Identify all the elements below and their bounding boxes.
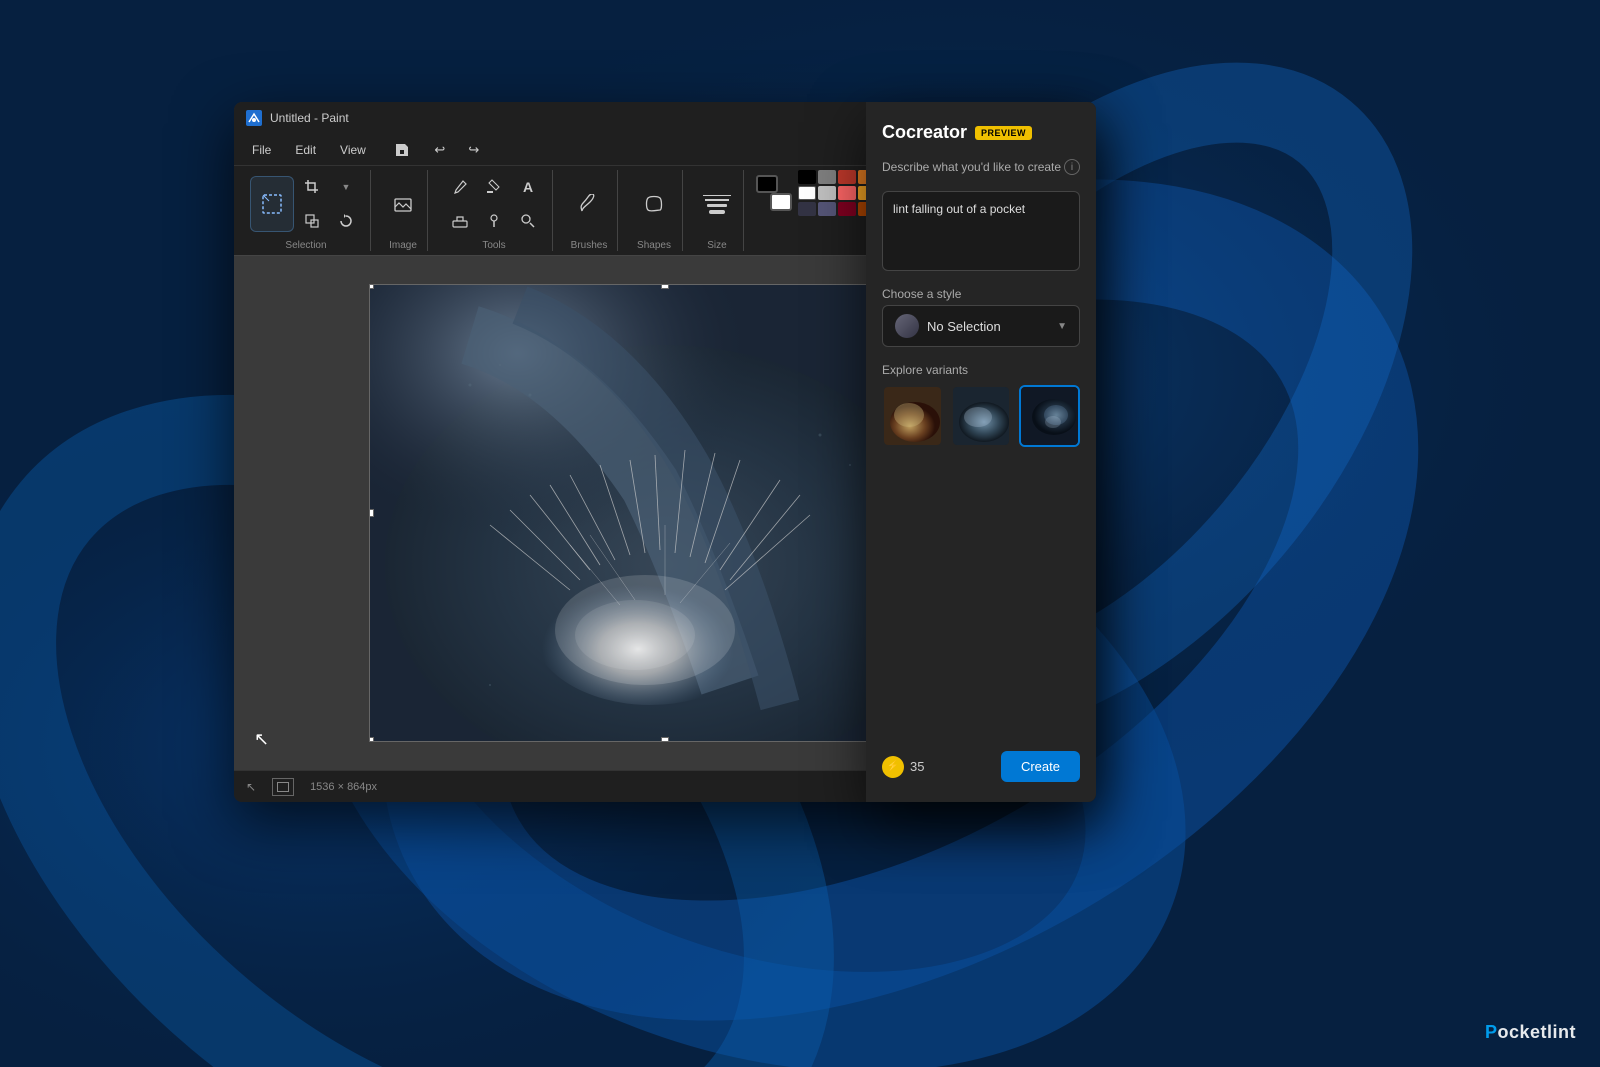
info-button[interactable]: i bbox=[1064, 159, 1080, 175]
selection-handle-tm[interactable] bbox=[661, 285, 669, 289]
shapes-label: Shapes bbox=[637, 238, 671, 251]
selection-label: Selection bbox=[285, 238, 326, 251]
cocreator-title: Cocreator bbox=[882, 122, 967, 143]
preview-badge: PREVIEW bbox=[975, 126, 1032, 140]
image-btn1[interactable] bbox=[387, 188, 419, 220]
variant-2[interactable] bbox=[951, 385, 1012, 447]
size-label: Size bbox=[707, 238, 726, 251]
color-swatch[interactable] bbox=[818, 186, 836, 200]
variants-row bbox=[882, 385, 1080, 447]
eraser-button[interactable] bbox=[444, 205, 476, 237]
footer-row: ⚡ 35 Create bbox=[882, 751, 1080, 782]
pencil-button[interactable] bbox=[444, 171, 476, 203]
undo-button[interactable]: ↩ bbox=[424, 134, 456, 166]
color-swatch[interactable] bbox=[798, 186, 816, 200]
variant-1[interactable] bbox=[882, 385, 943, 447]
selection-handle-ml[interactable] bbox=[370, 509, 374, 517]
brushes-dropdown[interactable] bbox=[569, 179, 609, 229]
tools-group: A bbox=[436, 170, 553, 251]
selection-group: ▼ bbox=[242, 170, 371, 251]
selection-handle-bl[interactable] bbox=[370, 737, 374, 741]
credits-display: ⚡ 35 bbox=[882, 756, 924, 778]
menu-file[interactable]: File bbox=[242, 139, 281, 161]
text-button[interactable]: A bbox=[512, 171, 544, 203]
app-icon bbox=[246, 110, 262, 126]
size-group: Size bbox=[691, 170, 744, 251]
color-swatch[interactable] bbox=[818, 202, 836, 216]
shapes-dropdown[interactable] bbox=[634, 179, 674, 229]
color-swatch[interactable] bbox=[838, 170, 856, 184]
resize-button[interactable] bbox=[296, 205, 328, 237]
cocreator-subtitle-row: Describe what you'd like to create i bbox=[882, 159, 1080, 175]
canvas-dimensions: 1536 × 864px bbox=[310, 781, 377, 793]
image-label: Image bbox=[389, 238, 417, 251]
color-swatch[interactable] bbox=[818, 170, 836, 184]
redo-button[interactable]: ↪ bbox=[458, 134, 490, 166]
prompt-textarea[interactable]: lint falling out of a pocket bbox=[882, 191, 1080, 271]
image-group: Image bbox=[379, 170, 428, 251]
watermark: Pocketlint bbox=[1485, 1022, 1576, 1043]
menu-view[interactable]: View bbox=[330, 139, 376, 161]
cocreator-title-row: Cocreator PREVIEW bbox=[882, 122, 1080, 143]
variants-label: Explore variants bbox=[882, 363, 1080, 377]
brushes-label: Brushes bbox=[571, 238, 608, 251]
style-value: No Selection bbox=[927, 319, 1001, 334]
cocreator-panel: Cocreator PREVIEW Describe what you'd li… bbox=[866, 102, 1096, 802]
style-dropdown[interactable]: No Selection ▼ bbox=[882, 305, 1080, 347]
bg-color-box[interactable] bbox=[770, 193, 792, 211]
style-label: Choose a style bbox=[882, 287, 1080, 301]
fg-color-box[interactable] bbox=[756, 175, 778, 193]
zoom-button[interactable] bbox=[512, 205, 544, 237]
variants-section: Explore variants bbox=[882, 363, 1080, 447]
brushes-group: Brushes bbox=[561, 170, 618, 251]
window-title: Untitled - Paint bbox=[270, 111, 946, 125]
selection-tool-btn[interactable] bbox=[250, 176, 294, 232]
color-swatch[interactable] bbox=[838, 186, 856, 200]
menu-edit[interactable]: Edit bbox=[285, 139, 326, 161]
crop-button[interactable] bbox=[296, 171, 328, 203]
cursor-indicator: ↖ bbox=[254, 729, 269, 750]
create-button[interactable]: Create bbox=[1001, 751, 1080, 782]
style-section: Choose a style No Selection ▼ bbox=[882, 287, 1080, 347]
credits-coin-icon: ⚡ bbox=[882, 756, 904, 778]
credits-count: 35 bbox=[910, 759, 924, 774]
cocreator-subtitle-text: Describe what you'd like to create bbox=[882, 160, 1061, 174]
selection-sub-btns: ▼ bbox=[296, 171, 362, 237]
chevron-down-icon: ▼ bbox=[1057, 321, 1067, 332]
watermark-p: P bbox=[1485, 1022, 1498, 1042]
color-swatch[interactable] bbox=[838, 202, 856, 216]
color-swatch[interactable] bbox=[798, 170, 816, 184]
tools-label: Tools bbox=[482, 238, 505, 251]
select-dropdown[interactable]: ▼ bbox=[330, 171, 362, 203]
rotate-button[interactable] bbox=[330, 205, 362, 237]
canvas-indicator bbox=[272, 778, 294, 796]
style-preview-circle bbox=[895, 314, 919, 338]
color-picker-button[interactable] bbox=[478, 205, 510, 237]
size-dropdown[interactable] bbox=[699, 179, 735, 229]
watermark-text: ocketlint bbox=[1497, 1022, 1576, 1042]
save-button[interactable] bbox=[388, 138, 416, 162]
selection-handle-tl[interactable] bbox=[370, 285, 374, 289]
fill-button[interactable] bbox=[478, 171, 510, 203]
color-swatch[interactable] bbox=[798, 202, 816, 216]
selection-handle-bm[interactable] bbox=[661, 737, 669, 741]
cursor-tool-indicator: ↖ bbox=[246, 780, 256, 794]
variant-3[interactable] bbox=[1019, 385, 1080, 447]
shapes-group: Shapes bbox=[626, 170, 683, 251]
undo-redo-group: ↩ ↪ bbox=[424, 134, 490, 166]
